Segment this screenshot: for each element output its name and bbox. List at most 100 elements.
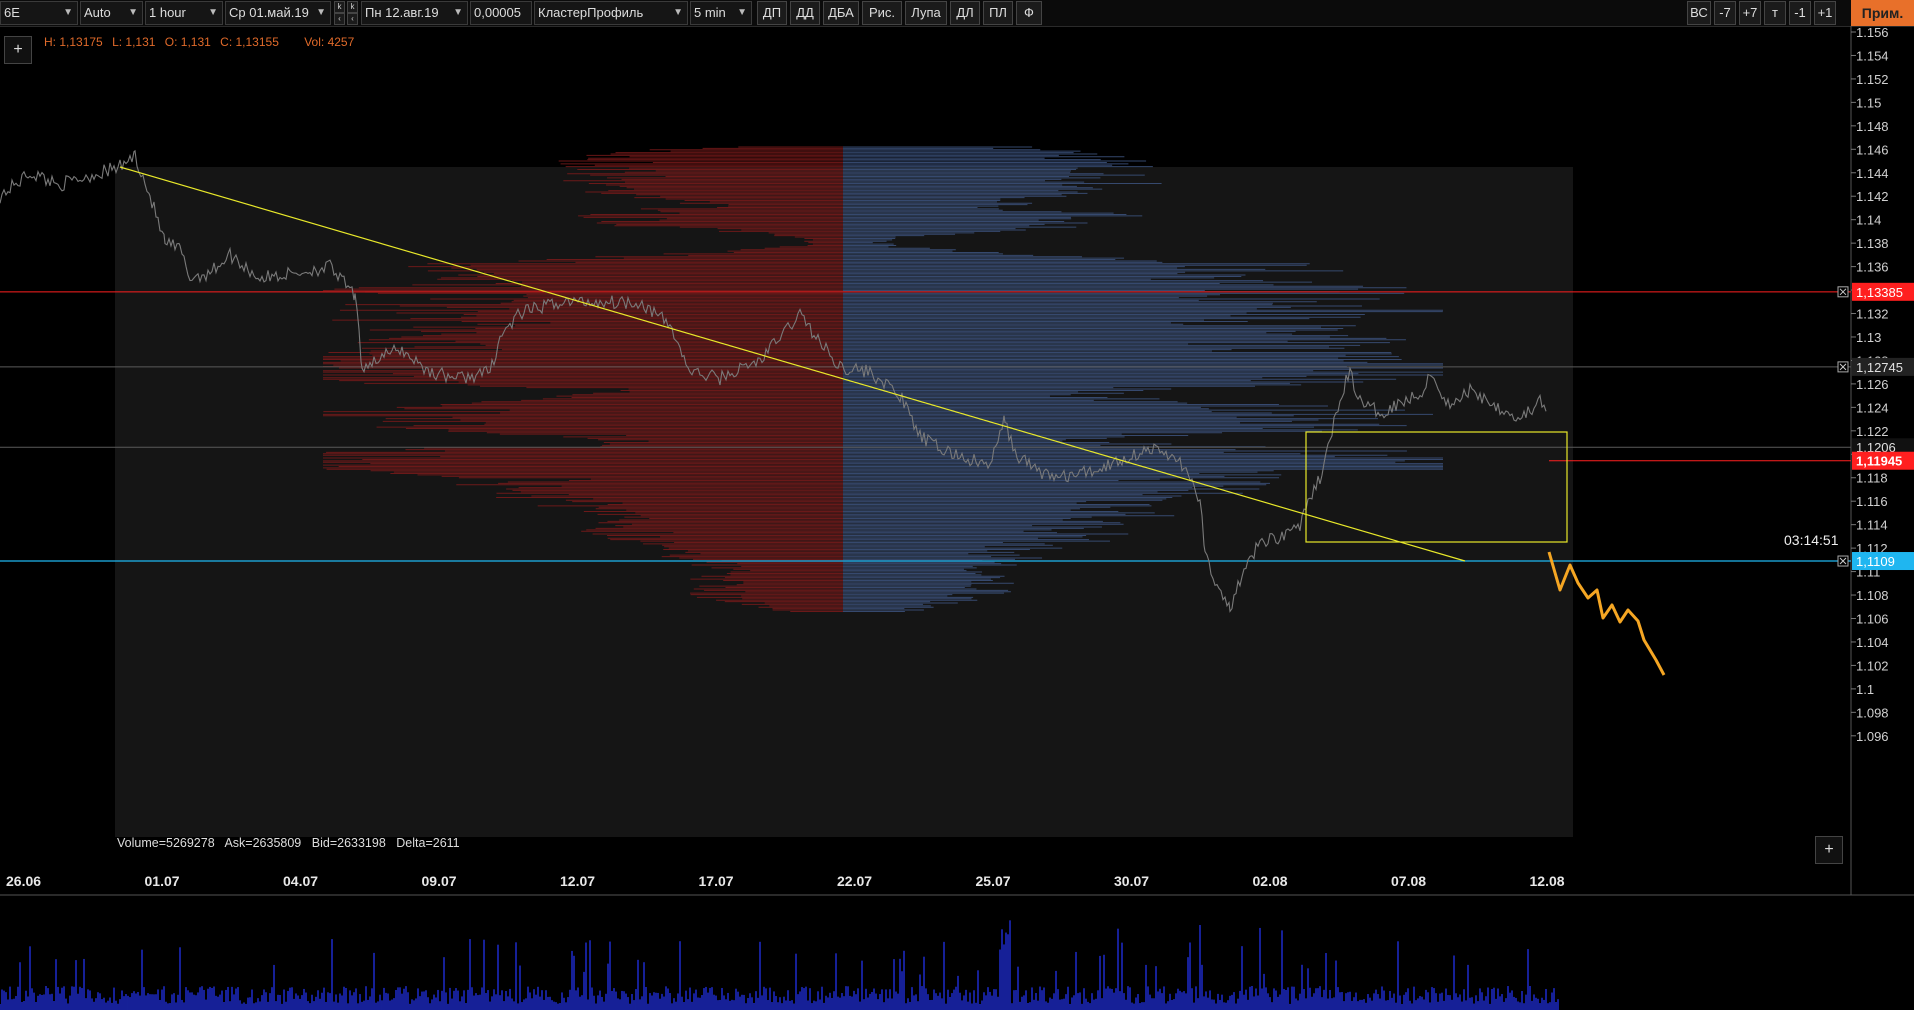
timeframe-select[interactable]: 1 hour ▼ — [145, 1, 223, 25]
ohlc-readout: H: 1,13175 L: 1,131 O: 1,131 C: 1,13155 … — [44, 35, 376, 49]
apply-button[interactable]: Прим. — [1851, 0, 1914, 26]
blue-level-label: 1,1109 — [1856, 554, 1895, 569]
spin-label: k — [350, 2, 355, 11]
date-to-value: Пн 12.авг.19 — [365, 5, 439, 20]
price-tick-label: 1.114 — [1856, 518, 1888, 533]
stat-bid: Bid=2633198 — [311, 836, 386, 850]
symbol-select[interactable]: 6E ▼ — [0, 1, 78, 25]
profile-type-select[interactable]: КластерПрофиль ▼ — [534, 1, 688, 25]
date-from-value: Ср 01.май.19 — [229, 5, 309, 20]
dp-button[interactable]: ДП — [757, 1, 787, 25]
price-tick-label: 1.142 — [1856, 189, 1889, 204]
profile-stats: Volume=5269278 Ask=2635809 Bid=2633198 D… — [117, 836, 467, 850]
ohlc-high: H: 1,13175 — [44, 35, 103, 49]
price-tick-label: 1.15 — [1856, 95, 1881, 110]
dd-button[interactable]: ДД — [790, 1, 820, 25]
price-tick-label: 1.124 — [1856, 400, 1889, 415]
red-level-label: 1,13385 — [1856, 285, 1903, 300]
dba-button[interactable]: ДБА — [823, 1, 859, 25]
symbol-value: 6E — [4, 5, 20, 20]
chevron-down-icon: ▼ — [316, 7, 326, 18]
price-tick-label: 1.152 — [1856, 72, 1889, 87]
ohlc-low: L: 1,131 — [112, 35, 156, 49]
time-tick-label: 12.08 — [1530, 873, 1565, 889]
spin-down-left[interactable]: ‹ — [334, 13, 345, 25]
add-indicator-button[interactable]: + — [4, 36, 32, 64]
time-tick-label: 02.08 — [1253, 873, 1288, 889]
price-tick-label: 1.132 — [1856, 307, 1889, 322]
minus1-button[interactable]: -1 — [1789, 1, 1811, 25]
filter-button[interactable]: Ф — [1016, 1, 1042, 25]
magnifier-button[interactable]: Лупа — [905, 1, 947, 25]
dl-button[interactable]: ДЛ — [950, 1, 980, 25]
minus7-button[interactable]: -7 — [1714, 1, 1736, 25]
price-tick-label: 1.144 — [1856, 166, 1889, 181]
price-tick-label: 1.126 — [1856, 377, 1889, 392]
price-axis: 1.156 1.154 1.152 1.15 1.148 1.146 1.144 1.142 1… — [1837, 26, 1914, 744]
price-tick-label: 1.146 — [1856, 142, 1889, 157]
price-tick-label: 1.138 — [1856, 236, 1889, 251]
volume-histogram — [0, 920, 1559, 1010]
price-tick-label: 1.118 — [1856, 471, 1888, 486]
stat-ask: Ask=2635809 — [224, 836, 302, 850]
date-to-picker[interactable]: Пн 12.авг.19 ▼ — [361, 1, 468, 25]
price-tick-label: 1.13 — [1856, 330, 1881, 345]
scale-value: Auto — [84, 5, 111, 20]
profile-period-select[interactable]: 5 min ▼ — [690, 1, 752, 25]
time-tick-label: 30.07 — [1114, 873, 1149, 889]
price-tick-label: 1.096 — [1856, 729, 1889, 744]
time-axis: 26.06 01.07 04.07 09.07 12.07 17.07 22.07 25.07… — [6, 873, 1565, 889]
plus7-button[interactable]: +7 — [1739, 1, 1761, 25]
time-tick-label: 09.07 — [422, 873, 457, 889]
spin-up-left[interactable]: k — [334, 1, 345, 13]
price-tick-label: 1.154 — [1856, 48, 1889, 63]
plus1-button[interactable]: +1 — [1814, 1, 1836, 25]
add-panel-button[interactable]: + — [1815, 836, 1843, 864]
vs-button[interactable]: ВС — [1687, 1, 1711, 25]
chevron-down-icon: ▼ — [208, 7, 218, 18]
bar-countdown: 03:14:51 — [1784, 532, 1839, 548]
tick-size-value: 0,00005 — [474, 5, 521, 20]
price-tick-label: 1.098 — [1856, 705, 1889, 720]
time-tick-label: 04.07 — [283, 873, 318, 889]
time-tick-label: 25.07 — [976, 873, 1011, 889]
price-tick-label: 1.108 — [1856, 588, 1889, 603]
timeframe-value: 1 hour — [149, 5, 186, 20]
price-tick-label: 1.14 — [1856, 213, 1881, 228]
price-tick-label: 1.136 — [1856, 260, 1889, 275]
price-tick-label: 1.148 — [1856, 119, 1889, 134]
tick-size-input[interactable]: 0,00005 — [470, 1, 532, 25]
profile-type-value: КластерПрофиль — [538, 5, 644, 20]
chevron-down-icon: ▼ — [63, 7, 73, 18]
price-tick-label: 1.156 — [1856, 26, 1889, 40]
time-tick-label: 07.08 — [1391, 873, 1426, 889]
chevron-down-icon: ▼ — [673, 7, 683, 18]
spin-down-right[interactable]: ‹ — [347, 13, 358, 25]
price-tick-label: 1.102 — [1856, 658, 1889, 673]
time-tick-label: 01.07 — [145, 873, 180, 889]
price-tick-label: 1.116 — [1856, 494, 1888, 509]
price-tick-label: 1.104 — [1856, 635, 1889, 650]
time-tick-label: 17.07 — [699, 873, 734, 889]
ohlc-open: O: 1,131 — [164, 35, 211, 49]
stat-volume: Volume=5269278 — [117, 836, 215, 850]
time-tick-label: 26.06 — [6, 873, 41, 889]
ohlc-volume: Vol: 4257 — [304, 35, 355, 49]
chevron-down-icon: ▼ — [128, 7, 138, 18]
date-from-picker[interactable]: Ср 01.май.19 ▼ — [225, 1, 331, 25]
price-tick-label: 1.106 — [1856, 612, 1889, 627]
pl-button[interactable]: ПЛ — [983, 1, 1013, 25]
draw-button[interactable]: Рис. — [862, 1, 902, 25]
price-chart[interactable]: 1.156 1.154 1.152 1.15 1.148 1.146 1.144 1.142 1… — [0, 26, 1914, 1010]
time-tick-label: 12.07 — [560, 873, 595, 889]
chevron-down-icon: ▼ — [453, 7, 463, 18]
t-button[interactable]: т — [1764, 1, 1786, 25]
ohlc-close: C: 1,13155 — [220, 35, 279, 49]
price-tick-label: 1.1 — [1856, 682, 1874, 697]
gray-level-label: 1,12745 — [1856, 360, 1903, 375]
stat-delta: Delta=2611 — [396, 836, 460, 850]
scale-select[interactable]: Auto ▼ — [80, 1, 143, 25]
price-tick-label: 1.122 — [1856, 424, 1889, 439]
spin-up-right[interactable]: k — [347, 1, 358, 13]
current-price-label: 1,11945 — [1856, 454, 1902, 469]
